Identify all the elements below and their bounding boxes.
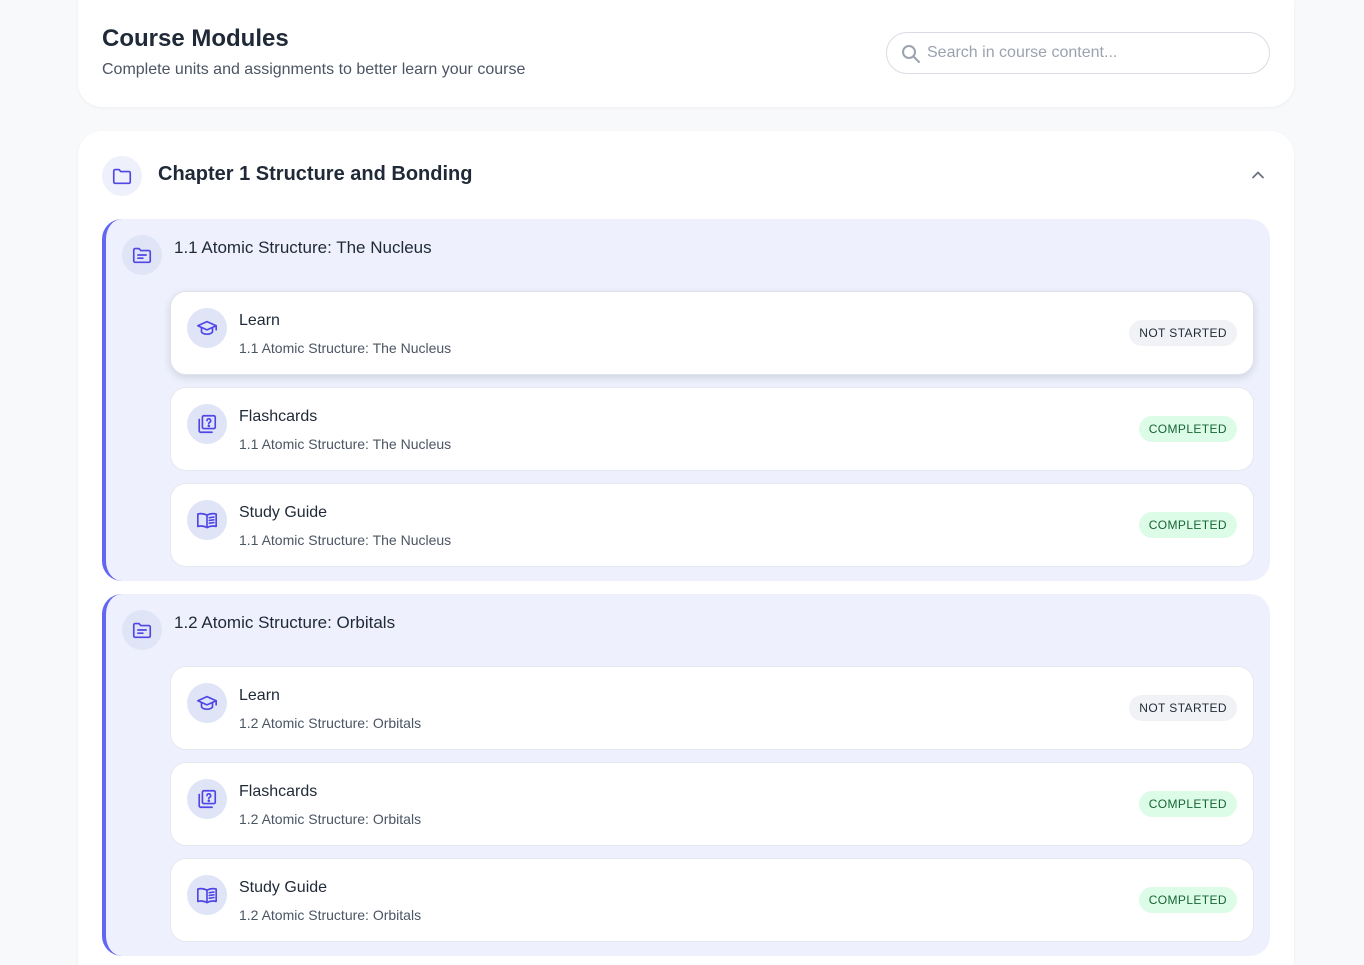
section-title: 1.2 Atomic Structure: Orbitals [174,613,396,632]
item-title: Study Guide [239,879,328,896]
chapter-card: Chapter 1 Structure and Bonding 1.1 Atom… [78,131,1294,965]
flashcards-icon [187,779,227,819]
status-badge: COMPLETED [1138,887,1237,913]
chapter-header[interactable]: Chapter 1 Structure and Bonding [78,131,1294,219]
item-subtitle: 1.1 Atomic Structure: The Nucleus [239,436,452,452]
graduation-cap-icon [187,308,227,348]
status-badge: NOT STARTED [1129,320,1237,346]
page-subtitle: Complete units and assignments to better… [102,61,526,78]
item-subtitle: 1.2 Atomic Structure: Orbitals [239,811,422,827]
module-item-flashcards[interactable]: Flashcards 1.2 Atomic Structure: Orbital… [170,762,1254,846]
section-header[interactable]: 1.1 Atomic Structure: The Nucleus [106,219,1270,279]
module-item-flashcards[interactable]: Flashcards 1.1 Atomic Structure: The Nuc… [170,387,1254,471]
item-subtitle: 1.2 Atomic Structure: Orbitals [239,715,422,731]
status-badge: COMPLETED [1138,791,1237,817]
flashcards-icon [187,404,227,444]
page-title: Course Modules [102,25,289,52]
module-item-study-guide[interactable]: Study Guide 1.1 Atomic Structure: The Nu… [170,483,1254,567]
item-subtitle: 1.2 Atomic Structure: Orbitals [239,907,422,923]
folder-icon [102,156,142,196]
item-title: Learn [239,687,280,704]
chevron-up-icon[interactable] [1250,167,1266,183]
item-subtitle: 1.1 Atomic Structure: The Nucleus [239,340,452,356]
search-icon [902,45,920,63]
status-badge: COMPLETED [1138,416,1237,442]
module-item-learn[interactable]: Learn 1.2 Atomic Structure: Orbitals NOT… [170,666,1254,750]
item-title: Flashcards [239,408,318,425]
search-input[interactable] [927,34,1257,72]
item-title: Study Guide [239,504,328,521]
status-badge: COMPLETED [1138,512,1237,538]
item-title: Flashcards [239,783,318,800]
folder-open-icon [122,235,162,275]
graduation-cap-icon [187,683,227,723]
section-header[interactable]: 1.2 Atomic Structure: Orbitals [106,594,1270,654]
section-title: 1.1 Atomic Structure: The Nucleus [174,238,432,257]
header-card: Course Modules Complete units and assign… [78,0,1294,107]
book-open-icon [187,875,227,915]
book-open-icon [187,500,227,540]
item-subtitle: 1.1 Atomic Structure: The Nucleus [239,532,452,548]
module-item-study-guide[interactable]: Study Guide 1.2 Atomic Structure: Orbita… [170,858,1254,942]
search-box[interactable] [886,32,1270,74]
section-1-1: 1.1 Atomic Structure: The Nucleus Learn … [102,219,1270,581]
folder-open-icon [122,610,162,650]
module-item-learn[interactable]: Learn 1.1 Atomic Structure: The Nucleus … [170,291,1254,375]
status-badge: NOT STARTED [1129,695,1237,721]
section-1-2: 1.2 Atomic Structure: Orbitals Learn 1.2… [102,594,1270,956]
chapter-title: Chapter 1 Structure and Bonding [158,163,473,185]
item-title: Learn [239,312,280,329]
